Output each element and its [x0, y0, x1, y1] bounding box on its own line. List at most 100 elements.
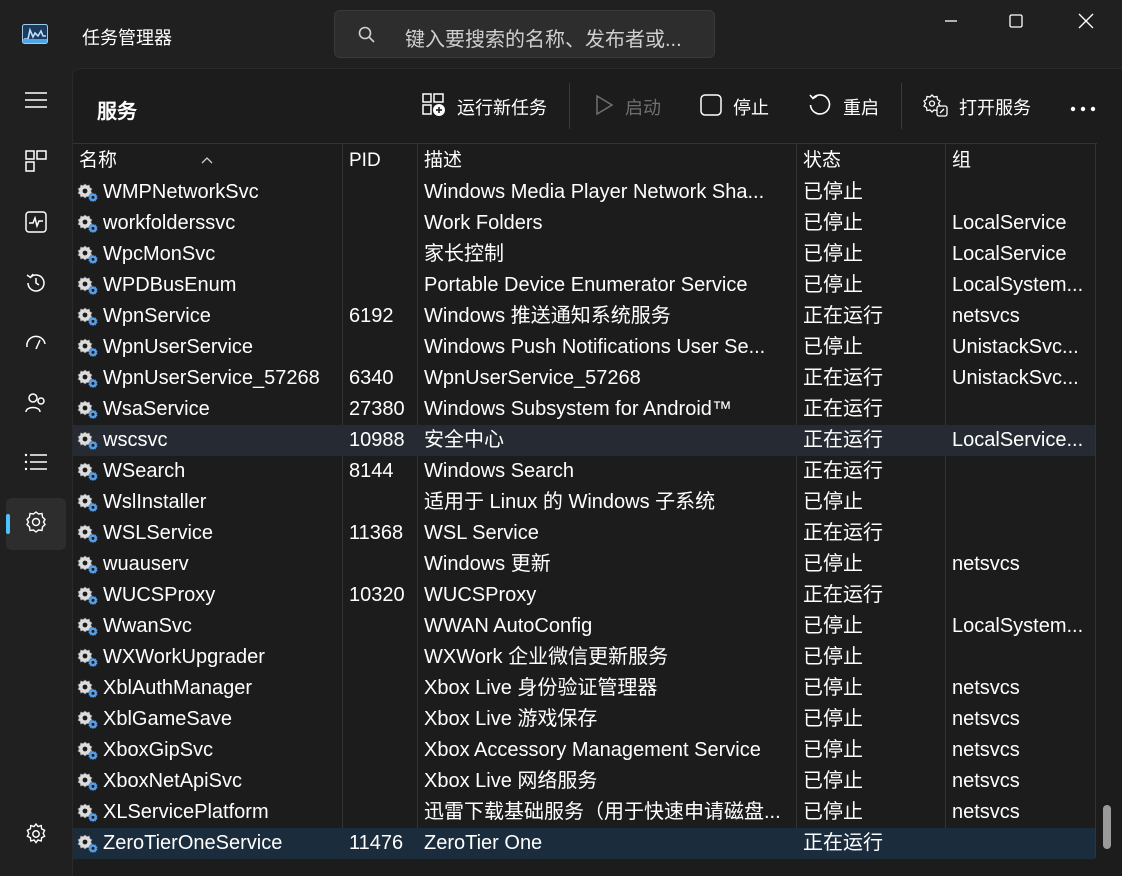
table-row[interactable]: WpcMonSvc 家长控制 已停止 LocalService: [73, 239, 1095, 270]
details-icon: [24, 452, 48, 477]
service-group: netsvcs: [952, 677, 1020, 699]
nav-app-history[interactable]: [6, 259, 66, 311]
more-options-button[interactable]: [1069, 91, 1097, 123]
nav-menu-button[interactable]: [6, 76, 66, 128]
restart-icon: [807, 92, 833, 123]
service-gear-icon: [77, 648, 99, 668]
search-input[interactable]: 键入要搜索的名称、发布者或...: [405, 23, 682, 52]
table-row[interactable]: XblAuthManager Xbox Live 身份验证管理器 已停止 netsvc…: [73, 673, 1095, 704]
hamburger-menu-icon: [24, 90, 48, 115]
service-description: 家长控制: [424, 243, 504, 265]
service-description: 安全中心: [424, 429, 504, 451]
table-row[interactable]: WsaService 27380 Windows Subsystem for And…: [73, 394, 1095, 425]
services-page: 服务 运行新任务 启动 停止 重启 打开服务 名称 PID 描述 状态 组 WM…: [72, 68, 1122, 876]
table-row[interactable]: WslInstaller 适用于 Linux 的 Windows 子系统 已停止: [73, 487, 1095, 518]
service-gear-icon: [77, 183, 99, 203]
service-gear-icon: [77, 245, 99, 265]
service-group: [952, 177, 1088, 208]
service-gear-icon: [77, 803, 99, 823]
table-row[interactable]: WUCSProxy 10320 WUCSProxy 正在运行: [73, 580, 1095, 611]
run-new-task-button[interactable]: 运行新任务: [421, 91, 547, 123]
column-header-status[interactable]: 状态: [797, 144, 945, 178]
service-status: 已停止: [803, 243, 863, 265]
page-title: 服务: [97, 101, 137, 123]
table-row[interactable]: WSLService 11368 WSL Service 正在运行: [73, 518, 1095, 549]
service-gear-icon: [77, 493, 99, 513]
service-description: Windows 更新: [424, 553, 551, 575]
service-gear-icon: [77, 307, 99, 327]
service-group: [952, 518, 1088, 549]
column-divider[interactable]: [1095, 143, 1096, 858]
close-button[interactable]: [1063, 8, 1109, 38]
column-header-description[interactable]: 描述: [418, 144, 796, 178]
column-header-pid[interactable]: PID: [343, 144, 417, 178]
service-group: [952, 828, 1088, 859]
app-title: 任务管理器: [82, 28, 172, 48]
service-description: WUCSProxy: [424, 584, 537, 606]
column-header-name-label: 名称: [79, 150, 118, 171]
table-row[interactable]: XboxGipSvc Xbox Accessory Management Serv…: [73, 735, 1095, 766]
table-row[interactable]: wscsvc 10988 安全中心 正在运行 LocalService...: [73, 425, 1095, 456]
title-bar: 任务管理器 键入要搜索的名称、发布者或...: [0, 0, 1122, 68]
nav-performance[interactable]: [6, 198, 66, 250]
service-status: 正在运行: [803, 522, 883, 544]
service-name: WSLService: [103, 522, 214, 544]
service-group: LocalSystem...: [952, 274, 1084, 296]
service-pid: 10988: [349, 429, 405, 451]
startup-apps-icon: [24, 331, 48, 360]
service-description: Work Folders: [424, 212, 543, 234]
start-button[interactable]: 启动: [593, 91, 661, 123]
table-row[interactable]: WwanSvc WWAN AutoConfig 已停止 LocalSystem...: [73, 611, 1095, 642]
maximize-button[interactable]: [993, 8, 1039, 38]
service-gear-icon: [77, 617, 99, 637]
nav-processes[interactable]: [6, 137, 66, 189]
service-pid: [349, 735, 415, 766]
table-row[interactable]: WpnUserService Windows Push Notifications…: [73, 332, 1095, 363]
table-row[interactable]: WMPNetworkSvc Windows Media Player Networ…: [73, 177, 1095, 208]
service-group: netsvcs: [952, 739, 1020, 761]
service-status: 已停止: [803, 801, 863, 823]
column-header-name[interactable]: 名称: [73, 144, 342, 178]
vertical-scrollbar-thumb[interactable]: [1103, 805, 1111, 849]
nav-users[interactable]: [6, 379, 66, 431]
nav-services[interactable]: [6, 498, 66, 550]
service-name: wuauserv: [103, 553, 189, 575]
open-services-button[interactable]: 打开服务: [923, 91, 1031, 123]
service-group: netsvcs: [952, 305, 1020, 327]
service-gear-icon: [77, 586, 99, 606]
service-group: [952, 642, 1088, 673]
table-row[interactable]: WpnUserService_57268 6340 WpnUserService_5…: [73, 363, 1095, 394]
table-row[interactable]: XboxNetApiSvc Xbox Live 网络服务 已停止 netsvcs: [73, 766, 1095, 797]
nav-details[interactable]: [6, 438, 66, 490]
minimize-button[interactable]: [928, 8, 974, 38]
table-row[interactable]: wuauserv Windows 更新 已停止 netsvcs: [73, 549, 1095, 580]
processes-icon: [24, 149, 48, 178]
performance-icon: [24, 210, 48, 239]
nav-settings[interactable]: [6, 810, 66, 862]
table-row[interactable]: WPDBusEnum Portable Device Enumerator Ser…: [73, 270, 1095, 301]
service-status: 已停止: [803, 739, 863, 761]
service-pid: [349, 797, 415, 828]
table-row[interactable]: XblGameSave Xbox Live 游戏保存 已停止 netsvcs: [73, 704, 1095, 735]
service-pid: 10320: [349, 584, 405, 606]
service-status: 已停止: [803, 491, 863, 513]
stop-button[interactable]: 停止: [699, 91, 769, 123]
table-row[interactable]: WSearch 8144 Windows Search 正在运行: [73, 456, 1095, 487]
table-row[interactable]: WpnService 6192 Windows 推送通知系统服务 正在运行 netsvc…: [73, 301, 1095, 332]
table-row[interactable]: ZeroTierOneService 11476 ZeroTier One 正在运行: [73, 828, 1095, 859]
search-box[interactable]: 键入要搜索的名称、发布者或...: [334, 10, 715, 58]
nav-startup-apps[interactable]: [6, 319, 66, 371]
table-row[interactable]: WXWorkUpgrader WXWork 企业微信更新服务 已停止: [73, 642, 1095, 673]
table-row[interactable]: XLServicePlatform 迅雷下载基础服务（用于快速申请磁盘... 已停止…: [73, 797, 1095, 828]
service-group: LocalService: [952, 212, 1067, 234]
service-gear-icon: [77, 710, 99, 730]
column-header-group[interactable]: 组: [946, 144, 1095, 178]
service-status: 正在运行: [803, 367, 883, 389]
service-status: 正在运行: [803, 398, 883, 420]
service-name: ZeroTierOneService: [103, 832, 283, 854]
service-name: XblGameSave: [103, 708, 232, 730]
service-status: 已停止: [803, 646, 863, 668]
restart-button[interactable]: 重启: [807, 91, 879, 123]
service-group: LocalSystem...: [952, 615, 1084, 637]
table-row[interactable]: workfolderssvc Work Folders 已停止 LocalServic…: [73, 208, 1095, 239]
